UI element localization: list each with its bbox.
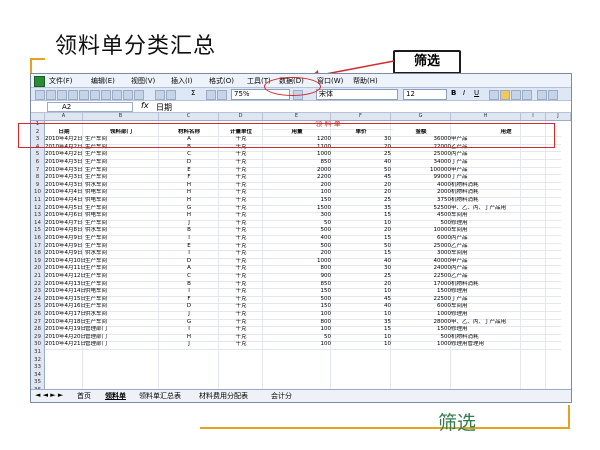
font-size-select[interactable]: 12 — [403, 89, 447, 100]
sheet-row: 25 2010年4月16日 生产车间 D 千克 150 40 6000 车间用 — [31, 303, 571, 312]
menu-view[interactable]: 视图(V) — [131, 76, 155, 86]
sheet-row: 5 2010年4月2日 生产车间 C 千克 1000 25 25000 丙产品 — [31, 151, 571, 160]
sheet-row: 38 — [31, 402, 571, 403]
sheet-row: 13 2010年4月6日 供电车间 H 千克 300 15 4500 车间用 — [31, 212, 571, 221]
header-row-highlight — [18, 123, 555, 148]
excel-doc-icon — [34, 76, 45, 87]
open-icon[interactable] — [46, 90, 56, 100]
align-right-icon[interactable] — [511, 90, 521, 100]
sheet-row: 28 2010年4月19日 管理部门 I 千克 100 15 1500 修理用 — [31, 326, 571, 335]
sheet-row: 15 2010年4月8日 供水车间 B 千克 500 20 10000 车间用 — [31, 227, 571, 236]
sheet-tab-requisition[interactable]: 领料单 — [105, 391, 126, 401]
paste-icon[interactable] — [134, 90, 144, 100]
bold-icon[interactable]: B — [451, 89, 456, 97]
column-headers: ABCDEFGHIJ — [31, 113, 571, 121]
sheet-row: 17 2010年4月9日 生产车间 E 千克 500 50 25000 乙产品 — [31, 242, 571, 252]
sheet-tabs-bar: ◄ ◄ ► ► 首页 领料单 领料单汇总表 材料费用分配表 会计分 — [31, 389, 571, 402]
print-icon[interactable] — [79, 90, 89, 100]
column-header[interactable]: H — [451, 113, 521, 120]
sheet-row: 19 2010年4月10日 生产车间 D 千克 1000 40 40000 甲产品 — [31, 257, 571, 267]
sheet-row: 11 2010年4月4日 供电车间 H 千克 150 25 3750 机物料消耗 — [31, 197, 571, 206]
fx-icon[interactable]: fx — [141, 101, 149, 110]
formula-bar: A2 fx 日期 — [31, 101, 571, 113]
sheet-row: 21 2010年4月12日 生产车间 C 千克 900 25 22500 乙产品 — [31, 273, 571, 282]
sheet-tab-home[interactable]: 首页 — [77, 391, 91, 401]
slide-decor-right-line — [568, 405, 570, 427]
copy-icon[interactable] — [123, 90, 133, 100]
autosum-icon[interactable]: Σ — [191, 89, 195, 97]
underline-icon[interactable]: U — [474, 89, 479, 97]
data-menu-highlight — [264, 77, 321, 96]
sheet-row: 10 2010年4月4日 供电车间 H 千克 100 20 2000 机物料消耗 — [31, 189, 571, 198]
sheet-row: 14 2010年4月7日 生产车间 J 千克 50 10 500 修理用 — [31, 219, 571, 229]
sheet-nav-buttons[interactable]: ◄ ◄ ► ► — [35, 391, 63, 399]
sheet-row: 35 — [31, 379, 571, 388]
menu-window[interactable]: 窗口(W) — [317, 76, 343, 86]
footer-filter-label: 筛选 — [438, 412, 477, 434]
sheet-row: 30 2010年4月21日 管理部门 J 千克 100 10 1000 修理用管理用 — [31, 341, 571, 350]
permission-icon[interactable] — [68, 90, 78, 100]
column-header[interactable]: J — [546, 113, 571, 120]
sheet-row: 32 — [31, 356, 571, 366]
sheet-row: 8 2010年4月3日 生产车间 F 千克 2200 45 99000 丁产品 — [31, 174, 571, 183]
sheet-row: 7 2010年4月3日 生产车间 E 千克 2000 50 100000 甲产品 — [31, 166, 571, 176]
sheet-row: 12 2010年4月5日 生产车间 G 千克 1500 35 52500 甲、乙、丙、丁产品用 — [31, 204, 571, 214]
redo-icon[interactable] — [166, 90, 176, 100]
cut-icon[interactable] — [112, 90, 122, 100]
sheet-row: 34 — [31, 371, 571, 381]
column-header[interactable]: G — [391, 113, 451, 120]
select-all-corner[interactable] — [31, 113, 45, 120]
sheet-row: 31 — [31, 349, 571, 358]
sheet-row: 18 2010年4月9日 供水车间 I 千克 200 15 3000 车间用 — [31, 250, 571, 259]
chart-wizard-icon[interactable] — [217, 90, 227, 100]
sheet-row: 26 2010年4月17日 供水车间 J 千克 100 10 1000 修理用 — [31, 311, 571, 320]
column-header[interactable]: A — [45, 113, 83, 120]
sheet-row: 23 2010年4月14日 供电车间 I 千克 150 10 1500 修理用 — [31, 288, 571, 297]
column-header[interactable]: F — [331, 113, 391, 120]
name-box[interactable]: A2 — [47, 102, 133, 112]
column-header[interactable]: D — [219, 113, 263, 120]
slide-decor-top-line — [30, 58, 45, 60]
merge-center-icon[interactable] — [522, 90, 532, 100]
row-number[interactable]: 38 — [31, 402, 45, 403]
italic-icon[interactable]: I — [463, 89, 465, 97]
slide-title: 领料单分类汇总 — [55, 34, 217, 59]
undo-icon[interactable] — [155, 90, 165, 100]
sheet-row: 9 2010年4月3日 供水车间 H 千克 200 20 4000 机物料消耗 — [31, 181, 571, 191]
sheet-row: 29 2010年4月20日 管理部门 H 千克 50 10 500 机物料消耗 — [31, 333, 571, 343]
menu-insert[interactable]: 插入(I) — [171, 76, 193, 86]
menu-format[interactable]: 格式(O) — [209, 76, 234, 86]
menu-file[interactable]: 文件(F) — [49, 76, 73, 86]
print-preview-icon[interactable] — [90, 90, 100, 100]
column-header[interactable]: I — [521, 113, 546, 120]
sheet-row: 24 2010年4月15日 生产车间 F 千克 500 45 22500 丁产品 — [31, 295, 571, 305]
column-header[interactable]: E — [263, 113, 331, 120]
column-header[interactable]: C — [159, 113, 219, 120]
sheet-row: 27 2010年4月18日 生产车间 G 千克 800 35 28000 甲、乙、丙、丁产品用 — [31, 318, 571, 328]
spelling-icon[interactable] — [101, 90, 111, 100]
sheet-row: 33 — [31, 364, 571, 373]
sheet-tab-requisition-summary[interactable]: 领料单汇总表 — [139, 391, 181, 401]
menu-help[interactable]: 帮助(H) — [353, 76, 378, 86]
sheet-tab-material-allocation[interactable]: 材料费用分配表 — [199, 391, 248, 401]
save-icon[interactable] — [57, 90, 67, 100]
formula-content[interactable]: 日期 — [156, 102, 172, 113]
percent-icon[interactable] — [548, 90, 558, 100]
sheet-row: 6 2010年4月3日 生产车间 D 千克 850 40 34000 丁产品 — [31, 159, 571, 168]
font-select[interactable]: 宋体 — [316, 89, 398, 100]
sort-ascending-icon[interactable] — [206, 90, 216, 100]
filter-callout-label: 筛选 — [393, 50, 461, 74]
align-left-icon[interactable] — [489, 90, 499, 100]
menu-edit[interactable]: 编辑(E) — [91, 76, 115, 86]
currency-icon[interactable] — [537, 90, 547, 100]
sheet-tab-accounting[interactable]: 会计分 — [271, 391, 292, 401]
sheet-row: 22 2010年4月13日 生产车间 B 千克 850 20 17000 机物料消耗 — [31, 280, 571, 290]
sheet-row: 20 2010年4月11日 生产车间 A 千克 800 30 24000 丙产品 — [31, 265, 571, 274]
slide-decor-bottom-line — [200, 427, 570, 429]
new-icon[interactable] — [35, 90, 45, 100]
align-center-icon[interactable] — [500, 90, 510, 100]
cell-grid: 1领 料 单 2 日期 领料部门 材料名称 计量单位 用量 单价 金额 用途 3 2010年4月2日生… — [31, 121, 571, 402]
sheet-row: 16 2010年4月9日 生产车间 I 千克 400 15 6000 丙产品 — [31, 235, 571, 244]
column-header[interactable]: B — [83, 113, 159, 120]
